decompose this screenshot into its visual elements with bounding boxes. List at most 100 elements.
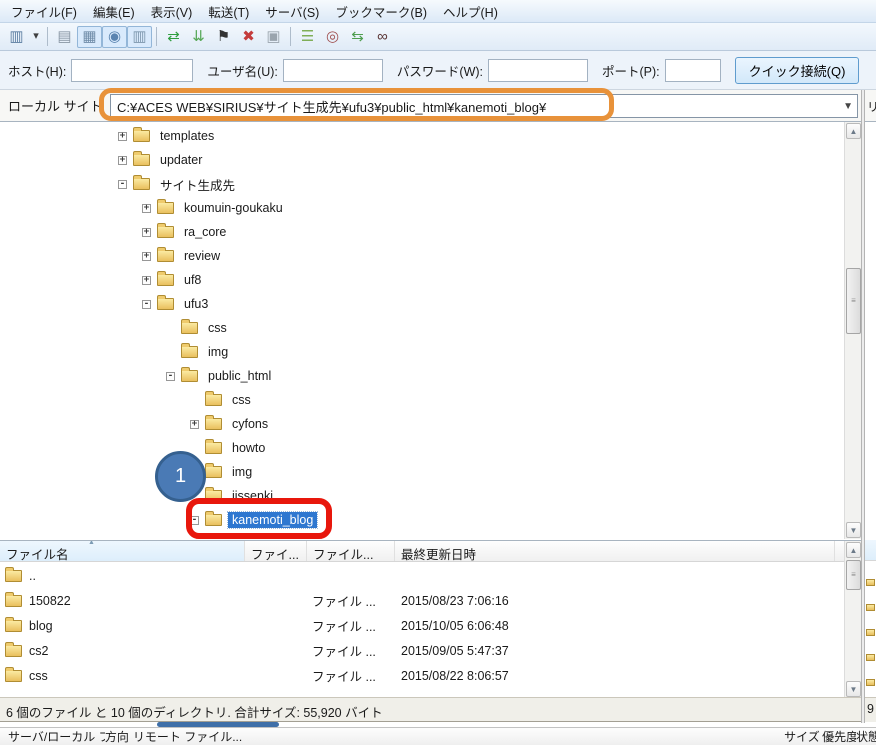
local-path-combobox[interactable]: C:¥ACES WEB¥SIRIUS¥サイト生成先¥ufu3¥public_ht… bbox=[110, 94, 858, 118]
cancel-icon[interactable]: ⚑ bbox=[211, 26, 236, 48]
filter-icon[interactable]: ☰ bbox=[295, 26, 320, 48]
file-row[interactable]: cs2 ファイル ... 2015/09/05 5:47:37 bbox=[0, 638, 844, 663]
scroll-down-icon[interactable]: ▼ bbox=[846, 522, 861, 538]
tree-item[interactable]: jissenki bbox=[0, 484, 844, 508]
separator[interactable] bbox=[47, 27, 48, 46]
process-queue-icon[interactable]: ⇊ bbox=[186, 26, 211, 48]
tree-item-label: cyfons bbox=[228, 416, 272, 432]
file-row[interactable]: .. bbox=[0, 563, 844, 588]
host-input[interactable] bbox=[71, 59, 193, 82]
disconnect-icon[interactable]: ✖ bbox=[236, 26, 261, 48]
chevron-down-icon[interactable]: ▼ bbox=[843, 101, 853, 112]
remote-file-list bbox=[865, 540, 876, 711]
tree-item[interactable]: + review bbox=[0, 244, 844, 268]
tree-item[interactable]: + koumuin-goukaku bbox=[0, 196, 844, 220]
separator[interactable] bbox=[156, 27, 157, 46]
menu-bookmark[interactable]: ブックマーク(B) bbox=[327, 0, 435, 24]
toggle-queue-icon[interactable]: ▥ bbox=[127, 26, 152, 48]
folder-icon bbox=[133, 130, 150, 142]
tree-item-label: ra_core bbox=[180, 224, 230, 240]
quickconnect-button[interactable]: クイック接続(Q) bbox=[735, 57, 860, 84]
column-header[interactable]: ファイル名 bbox=[0, 541, 245, 561]
folder-icon bbox=[5, 670, 22, 682]
tree-item[interactable]: + templates bbox=[0, 124, 844, 148]
menu-help[interactable]: ヘルプ(H) bbox=[435, 0, 506, 24]
file-type: ファイル ... bbox=[307, 641, 395, 660]
tree-item[interactable]: - ufu3 bbox=[0, 292, 844, 316]
folder-icon bbox=[866, 679, 875, 686]
file-name: css bbox=[29, 669, 48, 683]
tree-expander-icon[interactable]: - bbox=[190, 516, 199, 525]
tree-expander-icon[interactable]: + bbox=[142, 228, 151, 237]
scroll-up-icon[interactable]: ▲ bbox=[846, 542, 861, 558]
menu-transfer[interactable]: 転送(T) bbox=[200, 0, 257, 24]
tree-item[interactable]: - kanemoti_blog bbox=[0, 508, 844, 532]
folder-icon bbox=[205, 466, 222, 478]
tree-item[interactable]: - サイト生成先 bbox=[0, 172, 844, 196]
menu-bar: ファイル(F) 編集(E) 表示(V) 転送(T) サーバ(S) ブックマーク(… bbox=[0, 0, 876, 23]
tree-item[interactable]: + 150822 bbox=[0, 532, 844, 539]
menu-edit[interactable]: 編集(E) bbox=[85, 0, 143, 24]
file-row[interactable]: blog ファイル ... 2015/10/05 6:06:48 bbox=[0, 613, 844, 638]
file-list-scrollbar-thumb[interactable]: ≡ bbox=[846, 560, 861, 590]
menu-server[interactable]: サーバ(S) bbox=[257, 0, 327, 24]
tree-scrollbar[interactable]: ▲ ≡ ▼ bbox=[844, 122, 861, 539]
sync-browse-icon[interactable]: ⇆ bbox=[345, 26, 370, 48]
tree-item[interactable]: howto bbox=[0, 436, 844, 460]
file-row[interactable]: 150822 ファイル ... 2015/08/23 7:06:16 bbox=[0, 588, 844, 613]
tree-expander-icon[interactable]: + bbox=[142, 252, 151, 261]
scroll-down-icon[interactable]: ▼ bbox=[846, 681, 861, 697]
tree-item[interactable]: + uf8 bbox=[0, 268, 844, 292]
tree-expander-icon[interactable]: + bbox=[118, 156, 127, 165]
tree-item[interactable]: + ra_core bbox=[0, 220, 844, 244]
queue-column-header[interactable]: サーバ/ローカル ファ... bbox=[8, 728, 105, 745]
queue-column-header[interactable]: リモート ファイル... bbox=[133, 728, 784, 745]
compare-icon[interactable]: ◎ bbox=[320, 26, 345, 48]
queue-column-header[interactable]: 状態 bbox=[856, 728, 876, 745]
find-icon[interactable]: ∞ bbox=[370, 26, 395, 48]
tree-item[interactable]: - public_html bbox=[0, 364, 844, 388]
file-list-scrollbar[interactable]: ▲ ≡ ▼ bbox=[844, 541, 861, 697]
queue-column-header[interactable]: 方向 bbox=[105, 728, 133, 745]
tree-item[interactable]: img bbox=[0, 340, 844, 364]
queue-column-header[interactable]: サイズ bbox=[784, 728, 822, 745]
tree-item-label: ufu3 bbox=[180, 296, 212, 312]
local-site-label: ローカル サイト bbox=[0, 96, 103, 115]
port-input[interactable] bbox=[665, 59, 721, 82]
tree-item[interactable]: img bbox=[0, 460, 844, 484]
menu-file[interactable]: ファイル(F) bbox=[3, 0, 85, 24]
tree-item[interactable]: + cyfons bbox=[0, 412, 844, 436]
tree-expander-icon[interactable]: + bbox=[118, 132, 127, 141]
folder-icon bbox=[157, 226, 174, 238]
tree-expander-icon[interactable]: + bbox=[190, 420, 199, 429]
tree-item[interactable]: css bbox=[0, 388, 844, 412]
toggle-local-tree-icon[interactable]: ▦ bbox=[77, 26, 102, 48]
file-row[interactable]: css ファイル ... 2015/08/22 8:06:57 bbox=[0, 663, 844, 688]
tree-expander-icon[interactable]: + bbox=[142, 204, 151, 213]
tree-expander-icon[interactable]: - bbox=[166, 372, 175, 381]
scroll-up-icon[interactable]: ▲ bbox=[846, 123, 861, 139]
tree-item[interactable]: + updater bbox=[0, 148, 844, 172]
tree-expander-icon[interactable]: + bbox=[142, 276, 151, 285]
site-manager-icon[interactable]: ▥ bbox=[4, 26, 29, 48]
separator[interactable] bbox=[290, 27, 291, 46]
toggle-log-icon[interactable]: ▤ bbox=[52, 26, 77, 48]
refresh-icon[interactable]: ⇄ bbox=[161, 26, 186, 48]
tree-item[interactable]: css bbox=[0, 316, 844, 340]
tree-expander-icon[interactable]: - bbox=[142, 300, 151, 309]
toggle-remote-tree-icon[interactable]: ◉ bbox=[102, 26, 127, 48]
tree-expander-icon[interactable]: - bbox=[118, 180, 127, 189]
folder-icon bbox=[157, 274, 174, 286]
menu-view[interactable]: 表示(V) bbox=[143, 0, 201, 24]
password-input[interactable] bbox=[488, 59, 588, 82]
tree-item-label: review bbox=[180, 248, 224, 264]
tree-scrollbar-thumb[interactable]: ≡ bbox=[846, 268, 861, 334]
username-input[interactable] bbox=[283, 59, 383, 82]
column-header[interactable] bbox=[865, 540, 876, 561]
queue-column-header[interactable]: 優先度 bbox=[822, 728, 856, 745]
column-header[interactable]: ファイ... bbox=[245, 541, 307, 561]
column-header[interactable]: 最終更新日時 bbox=[395, 541, 835, 561]
reconnect-icon[interactable]: ▣ bbox=[261, 26, 286, 48]
column-header[interactable]: ファイル... bbox=[307, 541, 395, 561]
site-manager-dropdown[interactable]: ▾ bbox=[29, 26, 43, 48]
